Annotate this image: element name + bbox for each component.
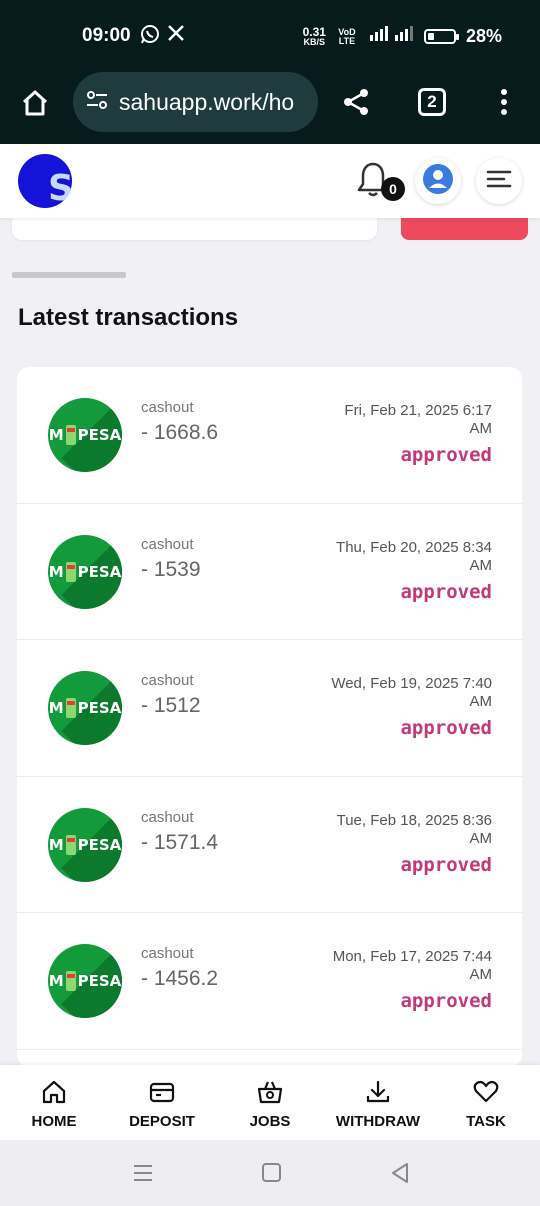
transaction-status: approved — [400, 717, 492, 739]
whatsapp-icon — [140, 24, 160, 49]
home-icon — [41, 1080, 67, 1109]
status-time: 09:00 — [82, 25, 131, 46]
transaction-status: approved — [400, 990, 492, 1012]
tabs-button[interactable]: 2 — [418, 88, 446, 116]
status-right: 0.31 KB/S VoD LTE 28% — [303, 25, 502, 48]
more-menu-icon[interactable] — [500, 88, 508, 121]
menu-button[interactable] — [476, 158, 522, 204]
nav-home[interactable]: HOME — [0, 1065, 108, 1140]
transaction-type: cashout — [141, 535, 194, 553]
battery-icon — [423, 29, 459, 44]
system-home-icon[interactable] — [262, 1163, 281, 1182]
download-icon — [365, 1080, 391, 1109]
transaction-amount: - 1539 — [141, 557, 201, 581]
transaction-amount: - 1668.6 — [141, 421, 219, 444]
status-bar: 09:00 0.31 KB/S VoD LTE 28% — [0, 0, 540, 72]
mpesa-logo: M PESA — [48, 807, 122, 882]
transaction-row[interactable]: M PESA cashout - 1456.2 Mon, Feb 17, 2025… — [17, 913, 522, 1050]
mpesa-logo: M PESA — [48, 944, 122, 1018]
wallet-icon — [149, 1080, 175, 1109]
transaction-status: approved — [400, 853, 492, 876]
transaction-type: cashout — [141, 399, 194, 416]
transaction-date: Wed, Feb 19, 2025 7:40 AM — [331, 675, 492, 710]
nav-label: HOME — [31, 1113, 77, 1130]
transaction-date: Fri, Feb 21, 2025 6:17 AM — [344, 402, 492, 437]
nav-deposit[interactable]: DEPOSIT — [108, 1065, 216, 1140]
browser-toolbar: sahuapp.work/ho 2 — [0, 72, 540, 144]
section-title: Latest transactions — [18, 304, 239, 331]
app-logo[interactable]: S — [18, 154, 72, 208]
user-icon — [422, 163, 454, 200]
basket-icon — [257, 1080, 283, 1109]
notification-badge: 0 — [381, 177, 405, 201]
transaction-row[interactable]: M PESA cashout - 1571.4 Tue, Feb 18, 2025… — [17, 777, 522, 913]
transaction-amount: - 1512 — [141, 694, 201, 717]
transaction-row[interactable]: M PESA cashout - 1539 Thu, Feb 20, 2025 8… — [17, 504, 522, 640]
home-icon[interactable] — [20, 88, 50, 123]
bottom-nav: HOME DEPOSIT JOBS WITHDRAW TASK — [0, 1065, 540, 1140]
transaction-status: approved — [400, 444, 492, 466]
transaction-amount: - 1571.4 — [141, 830, 219, 854]
mpesa-logo: M PESA — [48, 534, 122, 609]
share-icon[interactable] — [340, 86, 372, 123]
transaction-type: cashout — [141, 808, 194, 826]
site-settings-icon[interactable] — [85, 88, 109, 117]
transaction-date: Mon, Feb 17, 2025 7:44 AM — [332, 948, 492, 983]
mpesa-logo: M PESA — [48, 671, 122, 745]
transaction-amount: - 1456.2 — [141, 967, 219, 990]
nav-withdraw[interactable]: WITHDRAW — [324, 1065, 432, 1140]
profile-button[interactable] — [415, 158, 461, 204]
back-icon[interactable] — [390, 1162, 410, 1189]
x-icon — [167, 24, 185, 47]
hamburger-icon — [486, 169, 512, 194]
url-bar[interactable]: sahuapp.work/ho — [73, 72, 318, 132]
system-nav-bar — [0, 1140, 540, 1206]
transaction-status: approved — [400, 580, 492, 603]
transactions-list: M PESA cashout - 1668.6 Fri, Feb 21, 2025… — [17, 367, 522, 1067]
carrier-label: VoD LTE — [338, 26, 356, 46]
nav-task[interactable]: TASK — [432, 1065, 540, 1140]
heart-icon — [473, 1080, 499, 1109]
recent-apps-icon[interactable] — [133, 1163, 153, 1188]
app-header: S 0 — [0, 144, 540, 218]
section-divider — [12, 272, 126, 278]
signal-icon — [368, 25, 414, 48]
nav-label: WITHDRAW — [335, 1113, 421, 1130]
net-speed: 0.31 KB/S — [302, 25, 326, 47]
nav-label: JOBS — [249, 1113, 291, 1130]
transaction-type: cashout — [141, 945, 194, 962]
transaction-row[interactable]: M PESA cashout - 1668.6 Fri, Feb 21, 2025… — [17, 367, 522, 504]
nav-label: DEPOSIT — [129, 1113, 195, 1130]
battery-percent: 28% — [465, 26, 502, 46]
transaction-row[interactable]: M PESA cashout - 1512 Wed, Feb 19, 2025 7… — [17, 640, 522, 777]
transaction-date: Tue, Feb 18, 2025 8:36 AM — [336, 811, 492, 847]
url-text: sahuapp.work/ho — [119, 88, 295, 115]
nav-jobs[interactable]: JOBS — [216, 1065, 324, 1140]
nav-label: TASK — [466, 1113, 506, 1130]
mpesa-logo: M PESA — [48, 398, 122, 472]
transaction-type: cashout — [141, 672, 194, 689]
transaction-date: Thu, Feb 20, 2025 8:34 AM — [336, 538, 492, 574]
